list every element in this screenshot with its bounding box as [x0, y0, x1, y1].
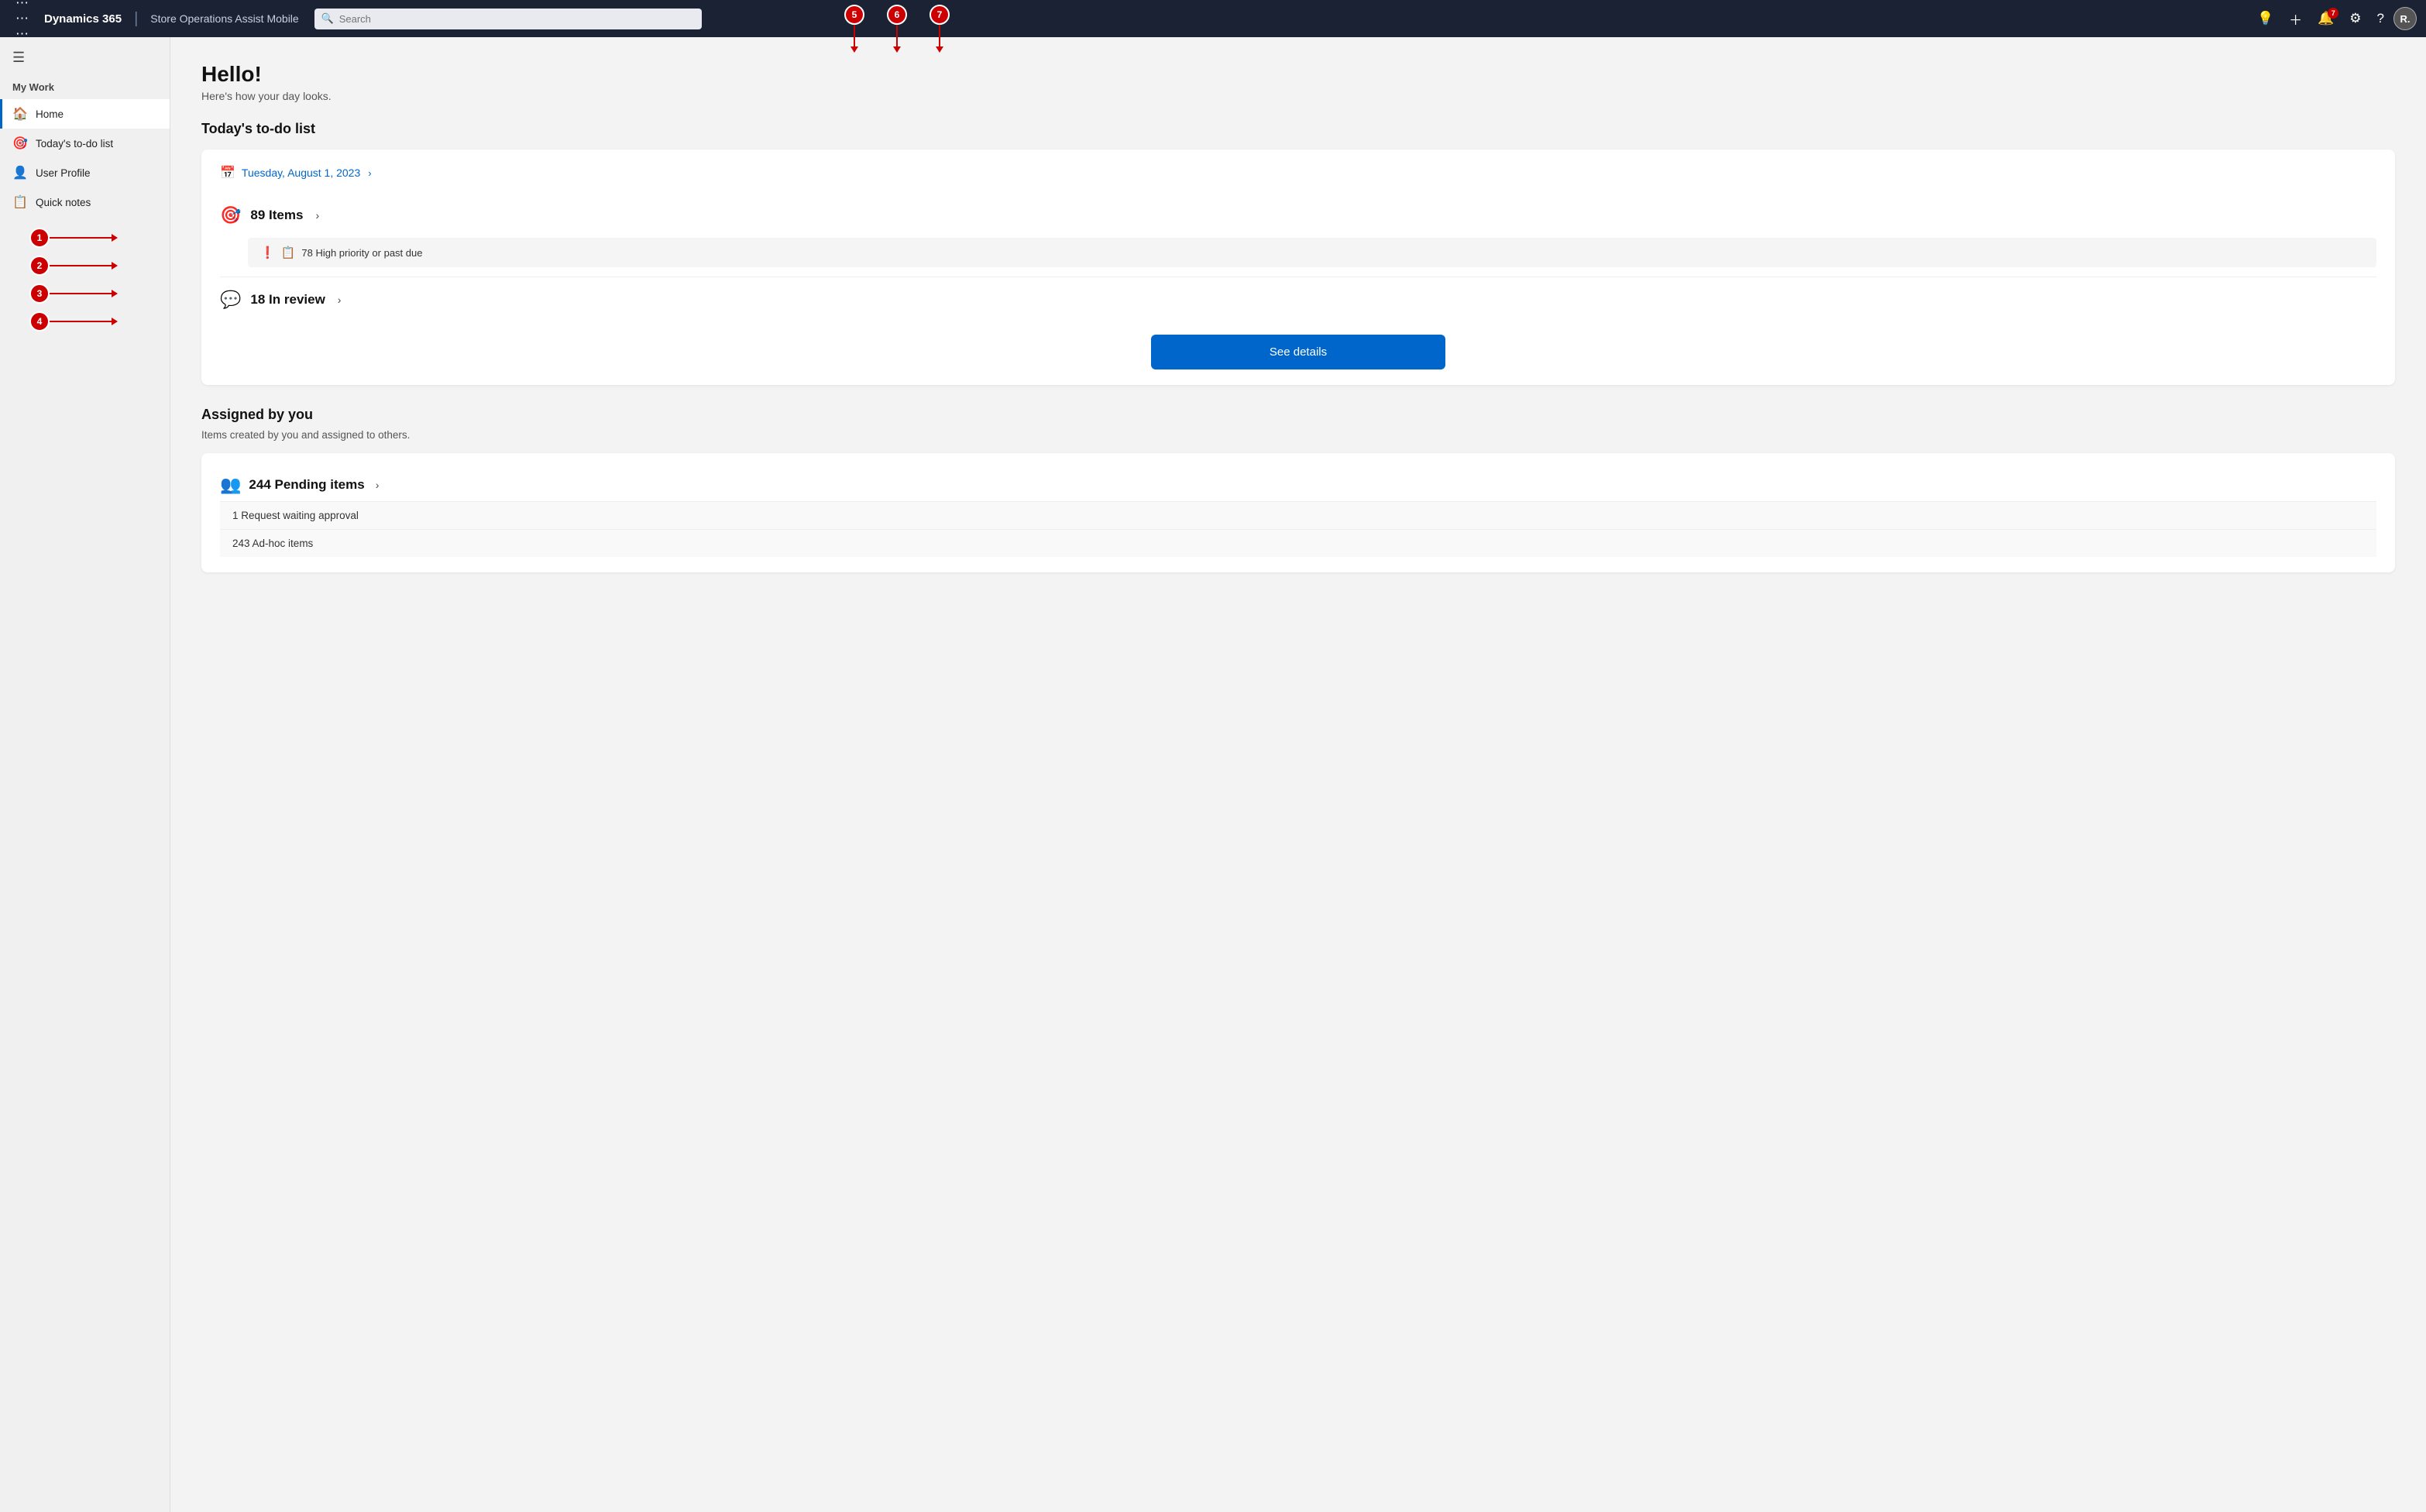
notes-icon: 📋 — [12, 194, 28, 210]
sidebar-item-profile[interactable]: 👤 User Profile — [0, 158, 170, 187]
sub-item-approval: 1 Request waiting approval — [220, 501, 2376, 529]
high-priority-label: 78 High priority or past due — [301, 247, 422, 259]
date-chevron-icon: › — [368, 167, 371, 179]
greeting-title: Hello! — [201, 62, 2395, 87]
search-icon: 🔍 — [321, 12, 334, 25]
assigned-subtitle: Items created by you and assigned to oth… — [201, 429, 2395, 441]
sidebar-section-label: My Work — [0, 78, 170, 99]
items-row[interactable]: 🎯 89 Items › — [220, 196, 2376, 235]
topbar-actions: 💡 ＋ 🔔 7 ⚙ ? R. — [2251, 5, 2417, 33]
items-chevron-icon: › — [315, 209, 319, 222]
high-priority-row: ❗ 📋 78 High priority or past due — [248, 238, 2376, 267]
hamburger-button[interactable]: ☰ — [0, 43, 170, 78]
content-area: Hello! Here's how your day looks. Today'… — [170, 37, 2426, 1512]
main-layout: ☰ My Work 🏠 Home 🎯 Today's to-do list 👤 … — [0, 37, 2426, 1512]
todo-icon: 🎯 — [12, 136, 28, 151]
today-card: 📅 Tuesday, August 1, 2023 › 🎯 89 Items ›… — [201, 149, 2395, 385]
add-button[interactable]: ＋ — [2283, 5, 2308, 33]
alert-icon: ❗ — [260, 246, 275, 259]
date-label: Tuesday, August 1, 2023 — [242, 167, 360, 179]
gear-icon: ⚙ — [2349, 11, 2361, 26]
in-review-row[interactable]: 💬 18 In review › — [220, 280, 2376, 319]
home-icon: 🏠 — [12, 106, 28, 122]
avatar[interactable]: R. — [2393, 7, 2417, 30]
in-review-count: 18 In review — [250, 292, 325, 308]
brand-name: Dynamics 365 — [44, 12, 122, 26]
topbar: ⋯⋯⋯ Dynamics 365 | Store Operations Assi… — [0, 0, 2426, 37]
items-count: 89 Items — [250, 208, 303, 223]
sidebar-todo-label: Today's to-do list — [36, 138, 113, 149]
search-input[interactable] — [314, 9, 702, 29]
sidebar-notes-label: Quick notes — [36, 197, 91, 208]
sidebar-item-quicknotes[interactable]: 📋 Quick notes — [0, 187, 170, 217]
items-icon: 🎯 — [220, 205, 241, 225]
notification-button[interactable]: 🔔 7 — [2311, 6, 2340, 31]
sidebar: ☰ My Work 🏠 Home 🎯 Today's to-do list 👤 … — [0, 37, 170, 1512]
settings-button[interactable]: ⚙ — [2343, 6, 2367, 31]
help-icon: ? — [2377, 11, 2384, 26]
notification-badge: 7 — [2328, 8, 2338, 19]
review-chevron-icon: › — [338, 294, 342, 306]
date-row[interactable]: 📅 Tuesday, August 1, 2023 › — [220, 165, 2376, 180]
lightbulb-icon: 💡 — [2257, 11, 2273, 26]
pending-icon: 👥 — [220, 475, 241, 495]
waffle-icon: ⋯⋯⋯ — [15, 0, 29, 42]
topbar-divider: | — [134, 10, 138, 28]
hamburger-icon: ☰ — [12, 50, 25, 65]
pending-chevron-icon: › — [376, 479, 380, 491]
waffle-button[interactable]: ⋯⋯⋯ — [9, 0, 35, 46]
pending-row[interactable]: 👥 244 Pending items › — [220, 469, 2376, 501]
sidebar-item-todo[interactable]: 🎯 Today's to-do list — [0, 129, 170, 158]
calendar-icon: 📅 — [220, 165, 235, 180]
sidebar-item-home[interactable]: 🏠 Home — [0, 99, 170, 129]
assigned-card: 👥 244 Pending items › 1 Request waiting … — [201, 453, 2395, 572]
today-section-title: Today's to-do list — [201, 121, 2395, 137]
search-container: 🔍 — [314, 9, 702, 29]
lightbulb-button[interactable]: 💡 — [2251, 6, 2280, 31]
task-flag-icon: 📋 — [281, 246, 296, 259]
review-icon: 💬 — [220, 290, 241, 310]
assigned-section-title: Assigned by you — [201, 407, 2395, 423]
pending-count: 244 Pending items — [249, 477, 364, 493]
app-name: Store Operations Assist Mobile — [150, 12, 298, 25]
sidebar-profile-label: User Profile — [36, 167, 91, 179]
see-details-button[interactable]: See details — [1151, 335, 1445, 369]
sub-item-adhoc: 243 Ad-hoc items — [220, 529, 2376, 557]
sidebar-home-label: Home — [36, 108, 64, 120]
avatar-initials: R. — [2400, 13, 2411, 25]
profile-icon: 👤 — [12, 165, 28, 180]
greeting-subtitle: Here's how your day looks. — [201, 90, 2395, 102]
help-button[interactable]: ? — [2371, 6, 2390, 31]
plus-icon: ＋ — [2289, 9, 2302, 29]
